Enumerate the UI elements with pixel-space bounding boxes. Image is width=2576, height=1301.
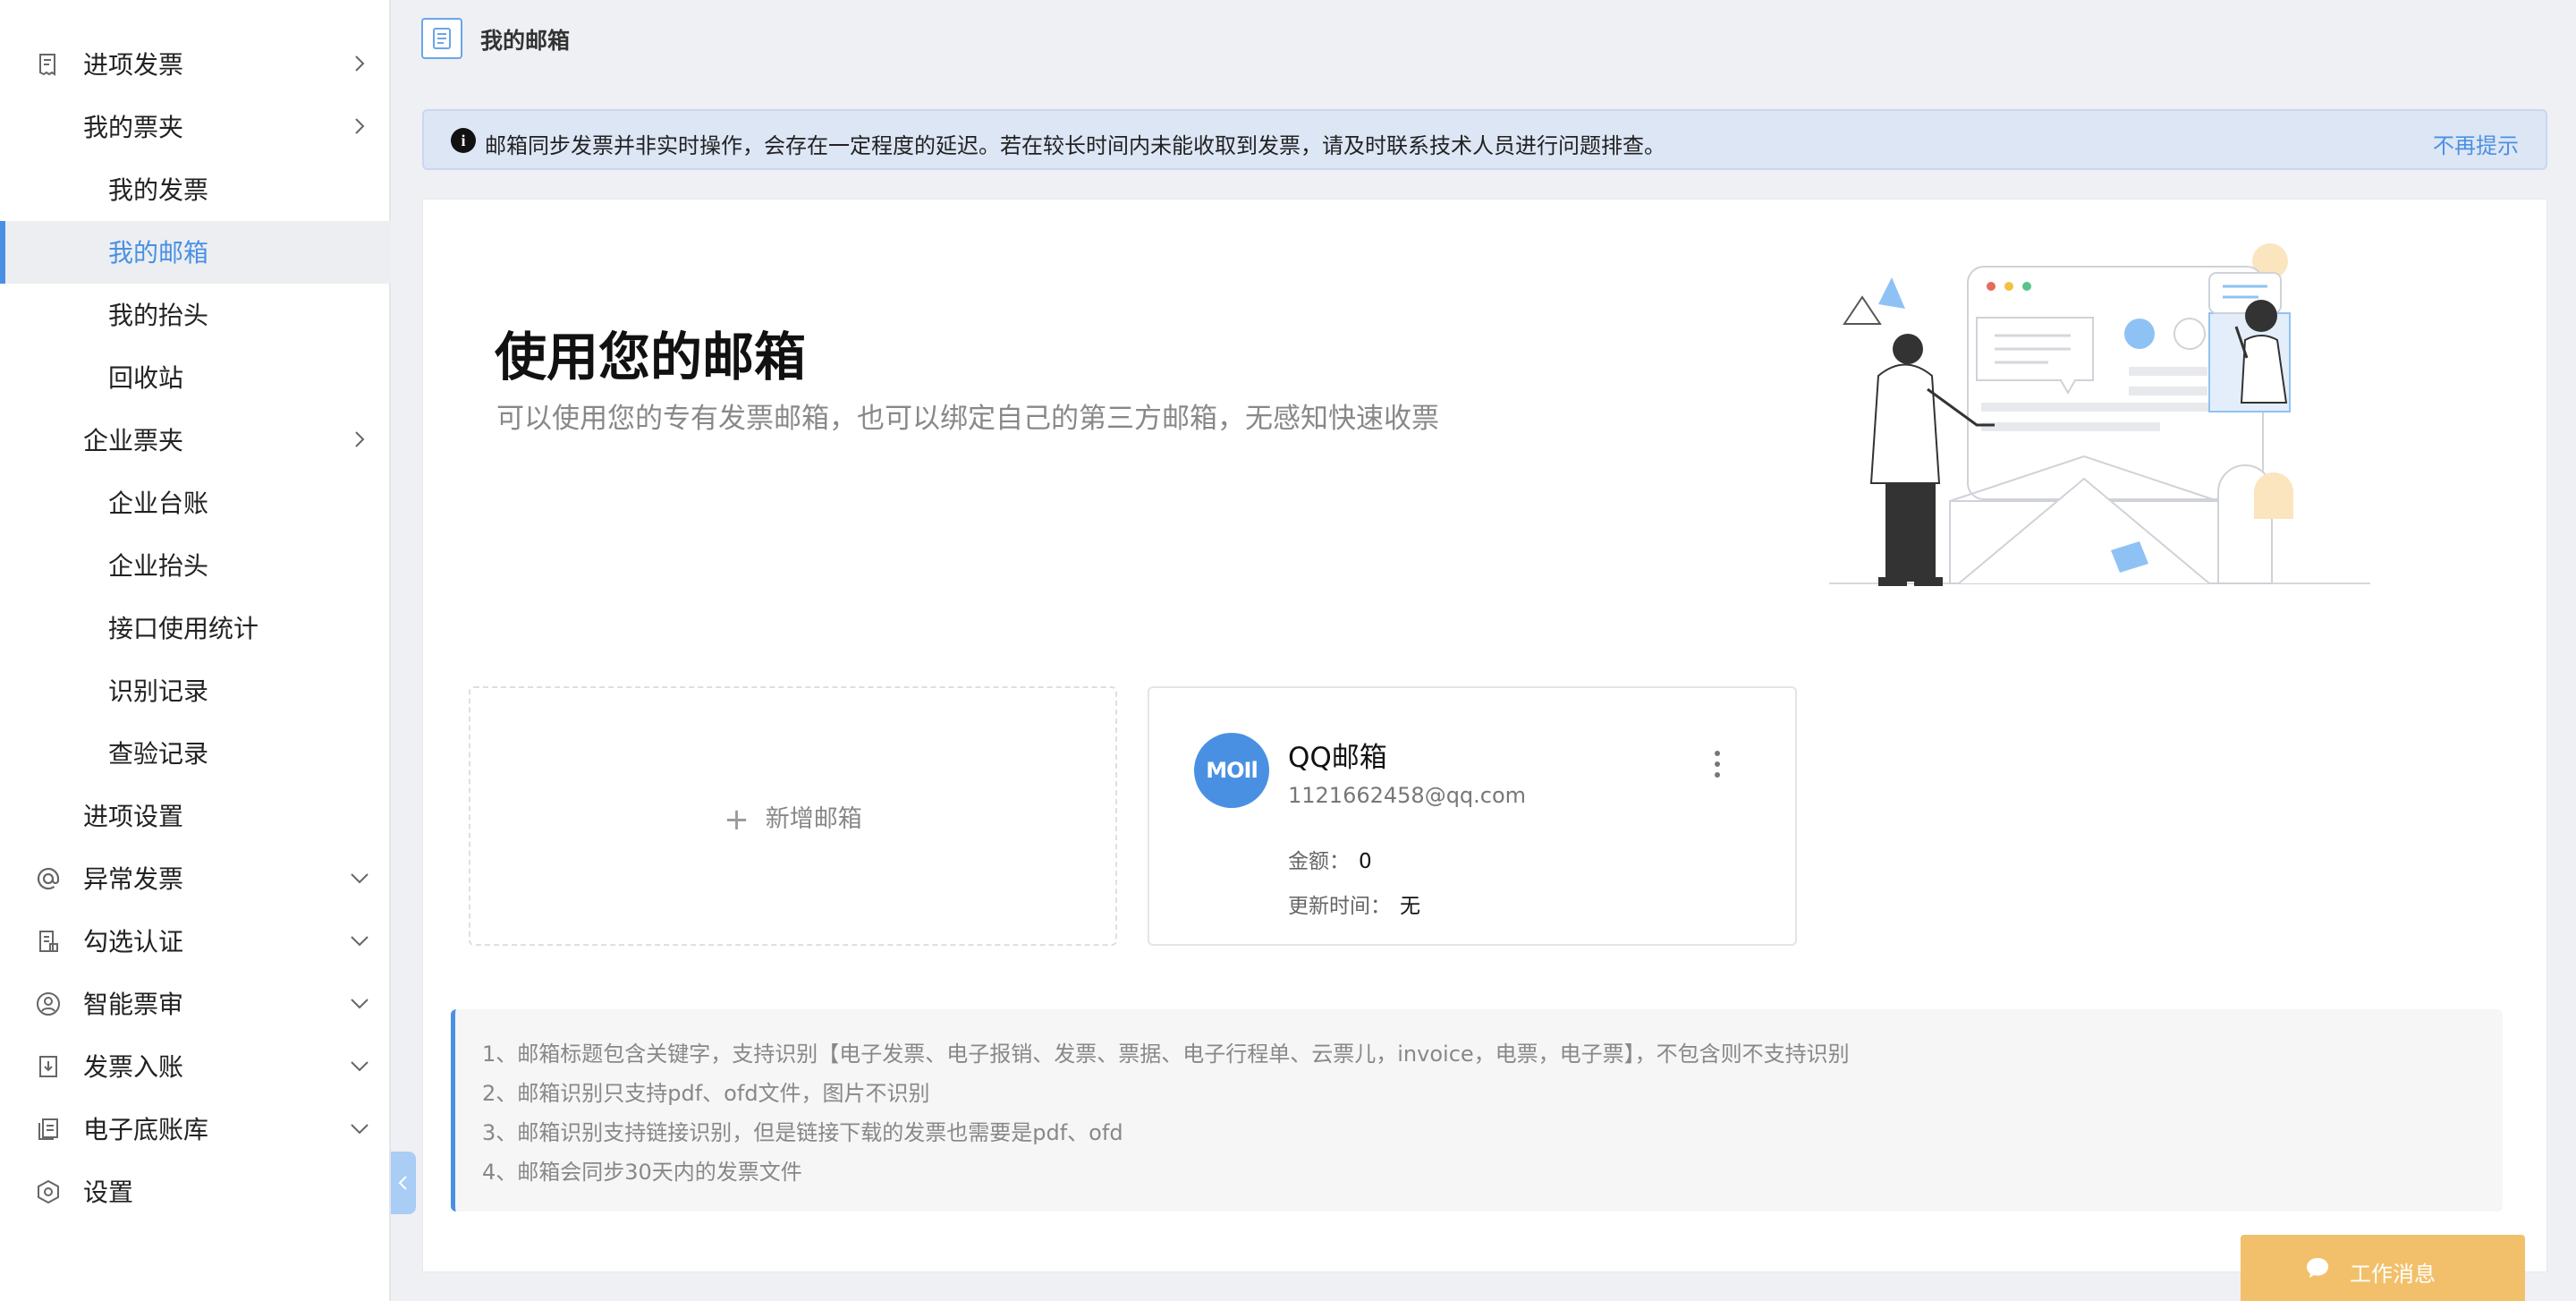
chevron-down-icon <box>351 999 369 1009</box>
sidebar-item-label: 电子底账库 <box>83 1115 209 1144</box>
chat-bubble-icon <box>2307 1258 2328 1278</box>
sidebar-item-my-folder[interactable]: 我的票夹 <box>0 96 391 158</box>
document-icon <box>421 18 462 59</box>
page-title: 我的邮箱 <box>480 28 571 54</box>
page-header: 我的邮箱 <box>393 0 2576 77</box>
sidebar-item-incoming-invoices[interactable]: 进项发票 <box>0 33 391 96</box>
sidebar-item-label: 回收站 <box>108 363 184 393</box>
chevron-down-icon <box>351 1124 369 1135</box>
add-mailbox-label: 新增邮箱 <box>765 805 862 833</box>
sidebar-item-my-mailbox[interactable]: 我的邮箱 <box>0 221 391 284</box>
sidebar-item-label: 异常发票 <box>83 864 184 894</box>
sidebar-item-my-invoices[interactable]: 我的发票 <box>0 158 391 221</box>
updated-label: 更新时间： <box>1288 895 1391 918</box>
sidebar-item-verification-records[interactable]: 查验记录 <box>0 722 391 785</box>
sidebar-item-recycle-bin[interactable]: 回收站 <box>0 346 391 409</box>
sidebar: 进项发票 我的票夹 我的发票 我的邮箱 我的抬头 回收站 企业票夹 企业台账 企… <box>0 0 391 1301</box>
chevron-right-icon <box>355 55 365 72</box>
sidebar-item-label: 我的票夹 <box>83 113 184 142</box>
sidebar-item-recognition-records[interactable]: 识别记录 <box>0 659 391 722</box>
chevron-down-icon <box>351 1061 369 1072</box>
sidebar-item-label: 发票入账 <box>83 1052 184 1082</box>
more-options-icon[interactable] <box>1704 742 1731 787</box>
invoice-in-icon <box>39 54 55 76</box>
work-messages-button[interactable]: 工作消息 <box>2241 1235 2525 1301</box>
tip-item: 2、邮箱识别只支持pdf、ofd文件，图片不识别 <box>482 1081 930 1106</box>
amount-row: 金额： 0 <box>1288 844 1372 874</box>
updated-row: 更新时间： 无 <box>1288 889 1420 919</box>
chevron-left-icon <box>398 1176 407 1190</box>
settings-hex-icon <box>38 1179 59 1204</box>
sidebar-item-my-titles[interactable]: 我的抬头 <box>0 284 391 346</box>
chevron-down-icon <box>351 873 369 884</box>
user-circle-icon <box>37 992 60 1016</box>
sidebar-item-label: 我的邮箱 <box>108 238 209 268</box>
mail-logo-icon: MOIl <box>1194 733 1269 808</box>
mailbox-address: 1121662458@qq.com <box>1288 783 1527 808</box>
sidebar-item-label: 查验记录 <box>108 739 209 769</box>
sidebar-item-label: 勾选认证 <box>83 927 184 957</box>
amount-label: 金额： <box>1288 850 1350 873</box>
sidebar-item-label: 接口使用统计 <box>108 614 259 643</box>
sidebar-item-label: 智能票审 <box>83 990 184 1019</box>
amount-value: 0 <box>1359 850 1372 873</box>
sidebar-item-enterprise-titles[interactable]: 企业抬头 <box>0 534 391 597</box>
sidebar-collapse-handle[interactable] <box>391 1152 416 1214</box>
sidebar-item-label: 设置 <box>83 1178 134 1207</box>
tip-item: 3、邮箱识别支持链接识别，但是链接下载的发票也需要是pdf、ofd <box>482 1120 1123 1145</box>
sidebar-item-label: 进项设置 <box>83 802 184 831</box>
updated-value: 无 <box>1400 895 1420 918</box>
sidebar-item-label: 企业台账 <box>108 489 209 518</box>
sidebar-item-label: 我的发票 <box>108 175 209 205</box>
sync-notice-banner: i 邮箱同步发票并非实时操作，会存在一定程度的延迟。若在较长时间内未能收取到发票… <box>422 109 2547 170</box>
sidebar-item-enterprise-ledger[interactable]: 企业台账 <box>0 472 391 534</box>
sidebar-item-label: 我的抬头 <box>108 301 209 330</box>
sidebar-item-abnormal-invoices[interactable]: 异常发票 <box>0 847 391 910</box>
tips-box: 1、邮箱标题包含关键字，支持识别【电子发票、电子报销、发票、票据、电子行程单、云… <box>451 1009 2503 1212</box>
sidebar-item-invoice-posting[interactable]: 发票入账 <box>0 1035 391 1098</box>
tip-item: 1、邮箱标题包含关键字，支持识别【电子发票、电子报销、发票、票据、电子行程单、云… <box>482 1042 1850 1067</box>
chevron-right-icon <box>355 118 365 134</box>
at-icon <box>37 867 60 890</box>
sidebar-item-incoming-settings[interactable]: 进项设置 <box>0 785 391 847</box>
info-icon: i <box>451 128 476 153</box>
mailbox-card[interactable]: MOIl QQ邮箱 1121662458@qq.com 金额： 0 更新时间： 无 <box>1148 686 1797 946</box>
sidebar-item-label: 进项发票 <box>83 50 184 80</box>
copy-doc-icon <box>38 1118 58 1140</box>
sidebar-item-label: 识别记录 <box>108 676 209 706</box>
download-doc-icon <box>39 1056 57 1077</box>
sidebar-item-api-stats[interactable]: 接口使用统计 <box>0 597 391 659</box>
add-mailbox-card[interactable]: + 新增邮箱 <box>469 686 1117 946</box>
mailbox-name: QQ邮箱 <box>1288 742 1387 774</box>
checklist-doc-icon <box>39 931 58 952</box>
sidebar-item-enterprise-folder[interactable]: 企业票夹 <box>0 409 391 472</box>
tip-item: 4、邮箱会同步30天内的发票文件 <box>482 1160 802 1185</box>
chevron-right-icon <box>355 431 365 447</box>
hero-title: 使用您的邮箱 <box>495 327 807 387</box>
notice-text: 邮箱同步发票并非实时操作，会存在一定程度的延迟。若在较长时间内未能收取到发票，请… <box>485 133 1665 158</box>
sidebar-item-settings[interactable]: 设置 <box>0 1161 391 1223</box>
chevron-down-icon <box>351 936 369 947</box>
work-messages-label: 工作消息 <box>2350 1262 2436 1287</box>
dismiss-notice-link[interactable]: 不再提示 <box>2433 128 2519 159</box>
sidebar-item-label: 企业抬头 <box>108 551 209 581</box>
sidebar-item-label: 企业票夹 <box>83 426 184 455</box>
sidebar-item-e-ledger[interactable]: 电子底账库 <box>0 1098 391 1161</box>
plus-icon: + <box>724 802 750 838</box>
sidebar-item-check-certify[interactable]: 勾选认证 <box>0 910 391 973</box>
mailbox-illustration <box>1829 243 2370 586</box>
sidebar-item-smart-review[interactable]: 智能票审 <box>0 973 391 1035</box>
hero-subtitle: 可以使用您的专有发票邮箱，也可以绑定自己的第三方邮箱，无感知快速收票 <box>496 403 1439 435</box>
